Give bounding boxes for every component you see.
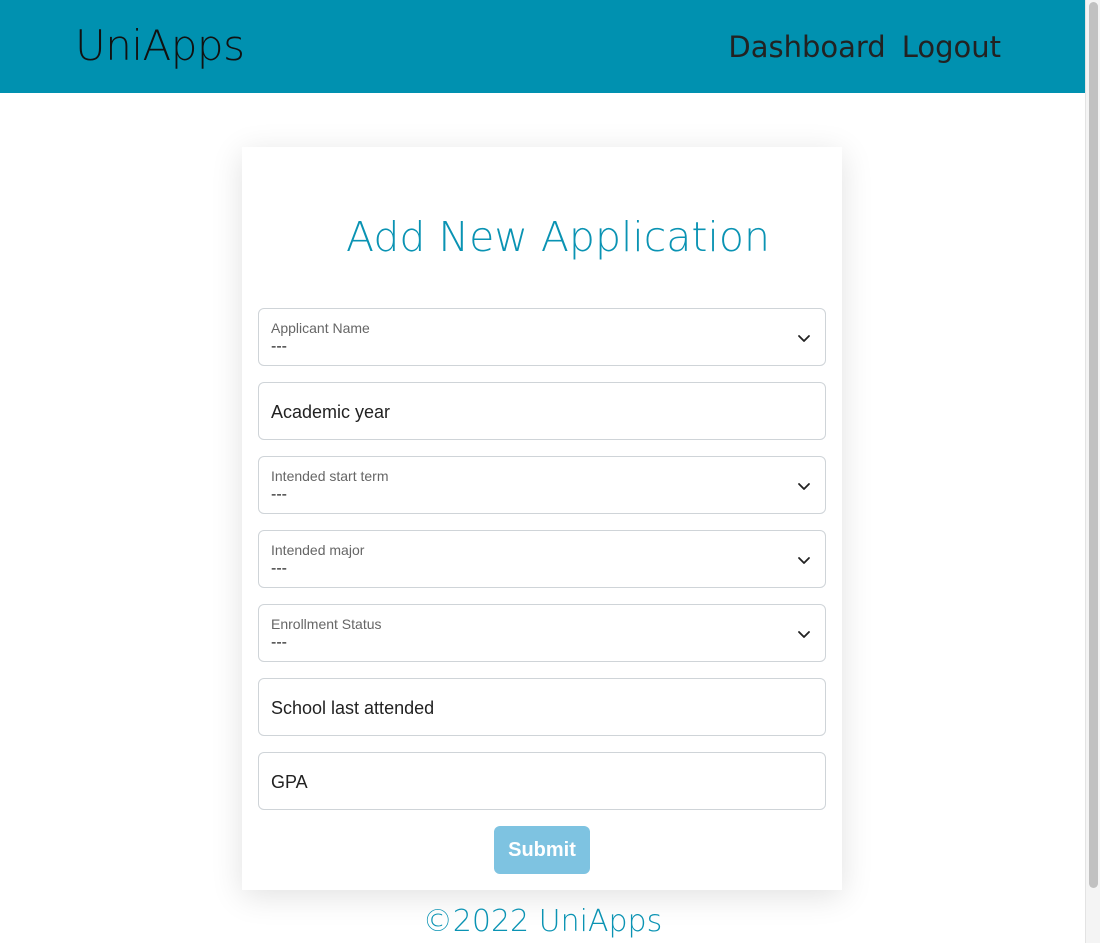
school-last-attended-placeholder: School last attended [271, 698, 435, 718]
scrollbar-thumb[interactable] [1089, 2, 1098, 888]
intended-start-term-select[interactable]: Intended start term --- [258, 456, 826, 514]
gpa-placeholder: GPA [271, 772, 308, 792]
page: UniApps Dashboard Logout Add New Applica… [0, 0, 1085, 943]
nav-links: Dashboard Logout [728, 27, 1001, 67]
chevron-down-icon [798, 483, 810, 490]
school-last-attended-input[interactable]: School last attended [258, 678, 826, 736]
academic-year-placeholder: Academic year [271, 402, 391, 422]
chevron-down-icon [798, 631, 810, 638]
nav-dashboard-link[interactable]: Dashboard [728, 27, 885, 67]
enrollment-status-value: --- [271, 634, 287, 651]
intended-major-value: --- [271, 560, 287, 577]
intended-start-term-value: --- [271, 486, 287, 503]
nav-logout-link[interactable]: Logout [902, 27, 1001, 67]
brand-logo[interactable]: UniApps [75, 20, 245, 72]
footer-copyright: ©2022 UniApps [422, 904, 663, 939]
applicant-name-value: --- [271, 338, 287, 355]
academic-year-input[interactable]: Academic year [258, 382, 826, 440]
enrollment-status-select[interactable]: Enrollment Status --- [258, 604, 826, 662]
intended-start-term-label: Intended start term [271, 468, 389, 484]
form-title: Add New Application [346, 213, 770, 261]
chevron-down-icon [798, 335, 810, 342]
application-form-card: Add New Application Applicant Name --- A… [242, 147, 842, 890]
applicant-name-label: Applicant Name [271, 320, 370, 336]
submit-button[interactable]: Submit [494, 826, 590, 874]
gpa-input[interactable]: GPA [258, 752, 826, 810]
intended-major-label: Intended major [271, 542, 365, 558]
intended-major-select[interactable]: Intended major --- [258, 530, 826, 588]
enrollment-status-label: Enrollment Status [271, 616, 382, 632]
vertical-scrollbar[interactable] [1085, 0, 1100, 943]
navbar: UniApps Dashboard Logout [0, 0, 1085, 93]
chevron-down-icon [798, 557, 810, 564]
applicant-name-select[interactable]: Applicant Name --- [258, 308, 826, 366]
